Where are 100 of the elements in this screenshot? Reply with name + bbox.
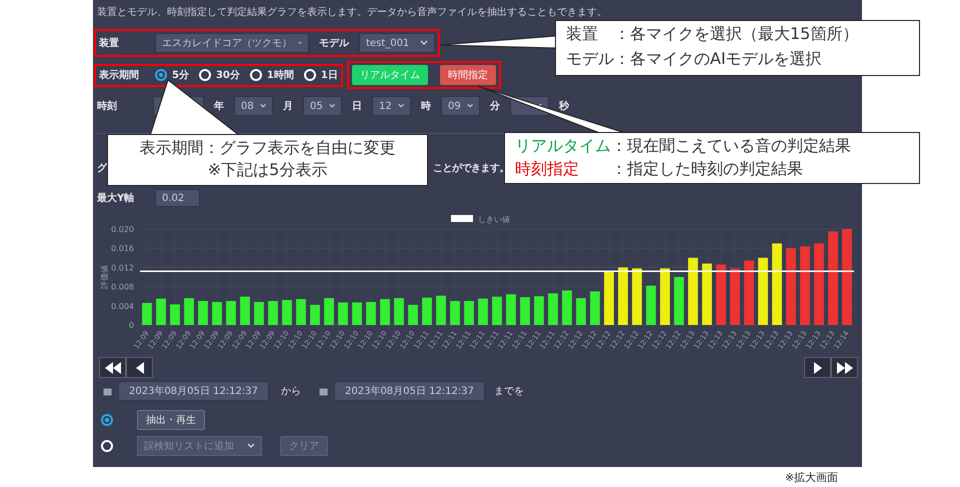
chart-bar bbox=[534, 296, 544, 325]
field-label: モデル bbox=[319, 36, 349, 50]
callout-text: ：各マイクを選択（最大15箇所） bbox=[614, 23, 860, 45]
field-label: 装置 bbox=[99, 36, 120, 50]
chart-bar bbox=[366, 302, 376, 325]
callout-text: ※下記は5分表示 bbox=[206, 159, 328, 181]
callout-term: 装置 bbox=[566, 23, 599, 45]
callout-text: ：指定した時刻の判定結果 bbox=[611, 158, 804, 180]
chart-bar bbox=[212, 302, 222, 325]
chart-bar bbox=[744, 260, 754, 325]
right-triangle-icon bbox=[814, 362, 822, 374]
time-select[interactable]: 09 bbox=[441, 96, 480, 116]
caret-icon bbox=[466, 103, 473, 109]
legend-label: しきい値 bbox=[478, 215, 510, 224]
chart-bar bbox=[758, 258, 768, 325]
double-left-triangle-icon bbox=[104, 362, 120, 374]
chart-bar bbox=[618, 267, 628, 325]
time-select[interactable]: 05 bbox=[303, 96, 342, 116]
caret-icon bbox=[298, 40, 302, 46]
chart-bar bbox=[240, 296, 250, 325]
double-right-triangle-icon bbox=[836, 362, 852, 374]
chart-bar bbox=[548, 293, 558, 325]
field-label: 最大Y軸 bbox=[97, 192, 136, 206]
calendar-icon bbox=[319, 386, 328, 396]
device-select[interactable]: エスカレイドコア（ツクモ） bbox=[155, 33, 309, 53]
callout-term: 時刻指定 bbox=[515, 158, 580, 180]
chart-bar bbox=[394, 298, 404, 325]
unit-label: 時 bbox=[421, 100, 431, 114]
caret-icon bbox=[328, 103, 335, 109]
model-select[interactable]: test_001 bbox=[359, 33, 435, 53]
axis-tick-label: 0.012 bbox=[111, 263, 134, 272]
unit-label: 年 bbox=[214, 100, 224, 114]
axis-tick-label: 0.008 bbox=[111, 282, 134, 292]
action-button[interactable]: 抽出・再生 bbox=[137, 410, 205, 430]
mode-button[interactable]: 時間指定 bbox=[440, 65, 496, 85]
text-fragment: ことができます。 bbox=[433, 162, 509, 176]
chart-bar bbox=[226, 301, 236, 325]
time-select[interactable]: 08 bbox=[234, 96, 273, 116]
callout-text: 表示期間：グラフ表示を自由に変更 bbox=[138, 137, 396, 159]
time-select[interactable]: 12 bbox=[372, 96, 411, 116]
axis-tick-label: 0.016 bbox=[111, 244, 134, 254]
chart-bar bbox=[310, 304, 320, 325]
chart-bar bbox=[184, 298, 194, 325]
next-button[interactable] bbox=[804, 357, 831, 378]
chart-bar bbox=[198, 301, 208, 325]
callout-term: リアルタイム bbox=[515, 135, 611, 157]
chart-bar bbox=[604, 270, 614, 325]
unit-label: 月 bbox=[283, 100, 293, 114]
caret-icon bbox=[260, 103, 266, 109]
chart-bar bbox=[674, 277, 684, 325]
fast-forward-button[interactable] bbox=[831, 357, 858, 378]
chart-bar bbox=[408, 304, 418, 325]
chart-bar bbox=[268, 301, 278, 325]
field-label: 表示期間 bbox=[99, 68, 140, 82]
unit-label: 秒 bbox=[559, 100, 569, 114]
chart-bar bbox=[716, 264, 726, 325]
caret-icon bbox=[420, 40, 428, 46]
chart-bar bbox=[296, 299, 306, 325]
rewind-button[interactable] bbox=[99, 357, 126, 378]
max-y-input[interactable]: 0.02 bbox=[155, 189, 200, 207]
chart-bar bbox=[156, 298, 166, 325]
chart-bar bbox=[464, 301, 474, 325]
date-input[interactable]: 2023年08月05日 12:12:37 bbox=[118, 381, 269, 401]
range-label: から bbox=[281, 384, 301, 398]
radio-label[interactable]: 5分 bbox=[172, 68, 189, 82]
axis-tick-label: 0.020 bbox=[111, 225, 134, 234]
chart-bar bbox=[478, 298, 488, 325]
range-label: までを bbox=[494, 384, 524, 398]
chart-bar bbox=[576, 298, 586, 325]
left-triangle-icon bbox=[136, 362, 144, 374]
chart-bar bbox=[660, 268, 670, 325]
chart-bar bbox=[506, 294, 516, 325]
chart-bar bbox=[380, 299, 390, 325]
field-label: 時刻 bbox=[97, 100, 118, 114]
caret-icon bbox=[247, 443, 255, 449]
chart-bar bbox=[450, 301, 460, 325]
chart-bar bbox=[688, 258, 698, 325]
radio-label[interactable]: 1時間 bbox=[266, 68, 294, 82]
chart-bar bbox=[590, 291, 600, 325]
radio-button[interactable] bbox=[101, 414, 113, 426]
callout-term: モデル bbox=[566, 48, 614, 70]
text-fragment: グ bbox=[97, 162, 107, 176]
chart-bar bbox=[422, 298, 432, 325]
unit-label: 日 bbox=[352, 100, 362, 114]
previous-button[interactable] bbox=[126, 357, 153, 378]
radio-label[interactable]: 30分 bbox=[216, 68, 240, 82]
chart-bar bbox=[324, 298, 334, 325]
chart-bar bbox=[492, 296, 502, 325]
radio-button[interactable] bbox=[155, 69, 167, 81]
axis-title: 評価値 bbox=[100, 265, 109, 289]
chart-bar bbox=[436, 296, 446, 325]
chart-bar bbox=[646, 286, 656, 325]
chart-bar bbox=[142, 302, 152, 325]
chart-bar bbox=[170, 304, 180, 325]
date-input[interactable]: 2023年08月05日 12:12:37 bbox=[334, 381, 485, 401]
chart-bar bbox=[702, 264, 712, 325]
axis-tick-label: 0.004 bbox=[111, 302, 134, 311]
description-text: 装置とモデル、時刻指定して判定結果グラフを表示します。データから音声ファイルを抽出することもできます。 bbox=[97, 6, 608, 20]
radio-label[interactable]: 1日 bbox=[320, 68, 338, 82]
callout-text: ：各マイクのAIモデルを選択 bbox=[614, 48, 823, 70]
